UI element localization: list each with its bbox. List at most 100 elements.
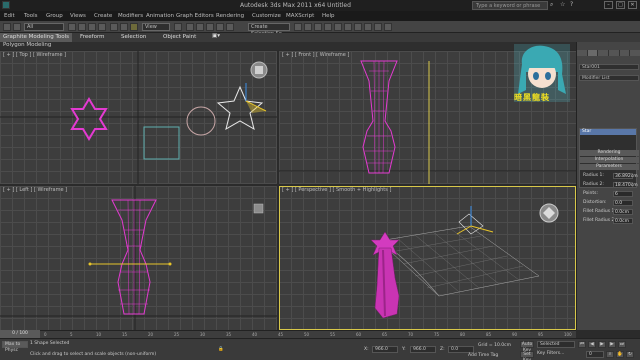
rendered-frame-icon[interactable] [374,23,382,31]
window-crossing-icon[interactable] [98,23,106,31]
zoom-icon[interactable]: ⌕ [606,351,614,358]
search-input[interactable]: Type a keyword or phrase [472,1,548,10]
menu-tools[interactable]: Tools [24,13,38,19]
rollout-parameters[interactable]: Parameters [579,164,639,170]
modifier-stack-item-star[interactable]: Star [580,129,636,135]
vase-perspective[interactable] [374,247,400,319]
set-key-button[interactable]: Set Key [520,351,534,360]
motion-tab-icon[interactable] [609,50,620,56]
z-coord-field[interactable]: 0.0 [448,346,474,353]
layer-manager-icon[interactable] [314,23,322,31]
menu-views[interactable]: Views [70,13,86,19]
param-points-value[interactable]: 6 [613,191,633,197]
viewport-perspective[interactable]: [ + ] [ Perspective ] [ Smooth + Highlig… [279,186,576,330]
circle-shape[interactable] [186,106,216,136]
menu-customize[interactable]: Customize [252,13,281,19]
rollout-interpolation[interactable]: Interpolation [579,157,639,163]
goto-start-icon[interactable]: ⏮ [578,341,586,348]
menu-group[interactable]: Group [46,13,63,19]
utilities-tab-icon[interactable] [630,50,640,56]
next-frame-icon[interactable]: ▶ [608,341,616,348]
undo-icon[interactable] [3,23,11,31]
create-tab-icon[interactable] [577,50,588,56]
scale-icon[interactable] [130,23,138,31]
maximize-button[interactable]: □ [616,1,625,9]
rect-selection-icon[interactable] [88,23,96,31]
pivot-center-icon[interactable] [174,23,182,31]
help-icon[interactable]: ? [570,1,573,8]
auto-key-button[interactable]: Auto Key [520,341,534,353]
render-production-icon[interactable] [384,23,392,31]
param-fillet-radius-1-value[interactable]: 0.0cm [613,209,633,215]
menu-create[interactable]: Create [94,13,112,19]
y-coord-field[interactable]: 966.0 [410,346,436,353]
key-filters-button[interactable]: Key Filters... [537,351,564,356]
app-logo-icon[interactable] [2,1,10,9]
add-time-tag[interactable]: Add Time Tag [468,353,498,358]
rectangle-shape[interactable] [143,126,180,160]
modify-tab-icon[interactable] [587,50,599,56]
menu-modifiers[interactable]: Modifiers [118,13,143,19]
object-name-field[interactable]: Star001 [579,64,639,70]
goto-end-icon[interactable]: ⏭ [618,341,626,348]
param-radius-2-value[interactable]: 18.470cm [613,182,638,188]
modifier-list-dropdown[interactable]: Modifier List [579,75,639,81]
percent-snap-icon[interactable] [206,23,214,31]
move-icon[interactable] [110,23,118,31]
current-frame-field[interactable]: 0 [586,351,604,358]
spinner-snap-icon[interactable] [216,23,224,31]
menu-maxscript[interactable]: MAXScript [286,13,314,19]
polygon-modeling-label[interactable]: Polygon Modeling [3,42,51,48]
menu-graph-editors[interactable]: Graph Editors [176,13,214,19]
star-shape-pink[interactable] [70,97,108,141]
material-editor-icon[interactable] [354,23,362,31]
lock-selection-icon[interactable]: 🔒 [218,347,224,352]
key-mode-dropdown[interactable]: Selected [537,341,575,348]
select-object-icon[interactable] [68,23,76,31]
angle-snap-icon[interactable] [196,23,204,31]
display-tab-icon[interactable] [619,50,631,56]
prev-frame-icon[interactable]: ◀ [588,341,596,348]
menu-edit[interactable]: Edit [4,13,15,19]
time-slider[interactable]: 0 / 100 [0,330,40,338]
viewport-left[interactable]: [ + ] [ Left ] [ Wireframe ] [0,186,277,330]
edit-named-selection-icon[interactable] [226,23,234,31]
x-coord-field[interactable]: 966.0 [372,346,398,353]
menu-help[interactable]: Help [322,13,335,19]
viewport-top[interactable]: [ + ] [ Top ] [ Wireframe ] [0,51,277,184]
star-icon[interactable]: ☆ [560,1,565,8]
reference-coord-dropdown[interactable]: View [142,23,170,31]
hierarchy-tab-icon[interactable] [598,50,610,56]
curve-editor-icon[interactable] [334,23,342,31]
play-icon[interactable]: ▶ [598,341,606,348]
select-by-name-icon[interactable] [78,23,86,31]
pan-icon[interactable]: ✋ [616,351,624,358]
tab-object-paint[interactable]: Object Paint [163,34,196,40]
named-selection-dropdown[interactable]: Create Selection Se [248,23,290,37]
minimize-button[interactable]: – [604,1,613,9]
redo-icon[interactable] [13,23,21,31]
param-radius-1-value[interactable]: 36.892cm [613,173,638,179]
param-distortion-value[interactable]: 0.0 [613,200,633,206]
snap-toggle-icon[interactable] [186,23,194,31]
viewcube-left-icon[interactable] [253,203,264,214]
schematic-view-icon[interactable] [344,23,352,31]
align-icon[interactable] [304,23,312,31]
render-setup-icon[interactable] [364,23,372,31]
maxscript-listener[interactable]: Max to Physc [2,341,28,353]
ribbon-options-icon[interactable]: ▣▾ [212,33,220,39]
graphite-toggle-icon[interactable] [324,23,332,31]
selection-filter-dropdown[interactable]: All [24,23,64,31]
mirror-icon[interactable] [294,23,302,31]
tab-freeform[interactable]: Freeform [80,34,105,40]
rollout-rendering[interactable]: Rendering [579,150,639,156]
search-icon[interactable]: ⌕ [550,1,553,9]
orbit-icon[interactable]: ↻ [626,351,634,358]
viewcube-top-face[interactable] [255,66,263,74]
menu-animation[interactable]: Animation [146,13,174,19]
param-fillet-radius-2-value[interactable]: 0.0cm [613,218,633,224]
menu-rendering[interactable]: Rendering [216,13,244,19]
close-button[interactable]: ✕ [628,1,637,9]
tab-graphite-modeling-tools[interactable]: Graphite Modeling Tools [0,33,73,42]
timeline-track[interactable]: 0 5 10 15 20 25 30 35 40 45 50 55 60 65 70 75 80 85 90 95 10… [0,330,576,338]
